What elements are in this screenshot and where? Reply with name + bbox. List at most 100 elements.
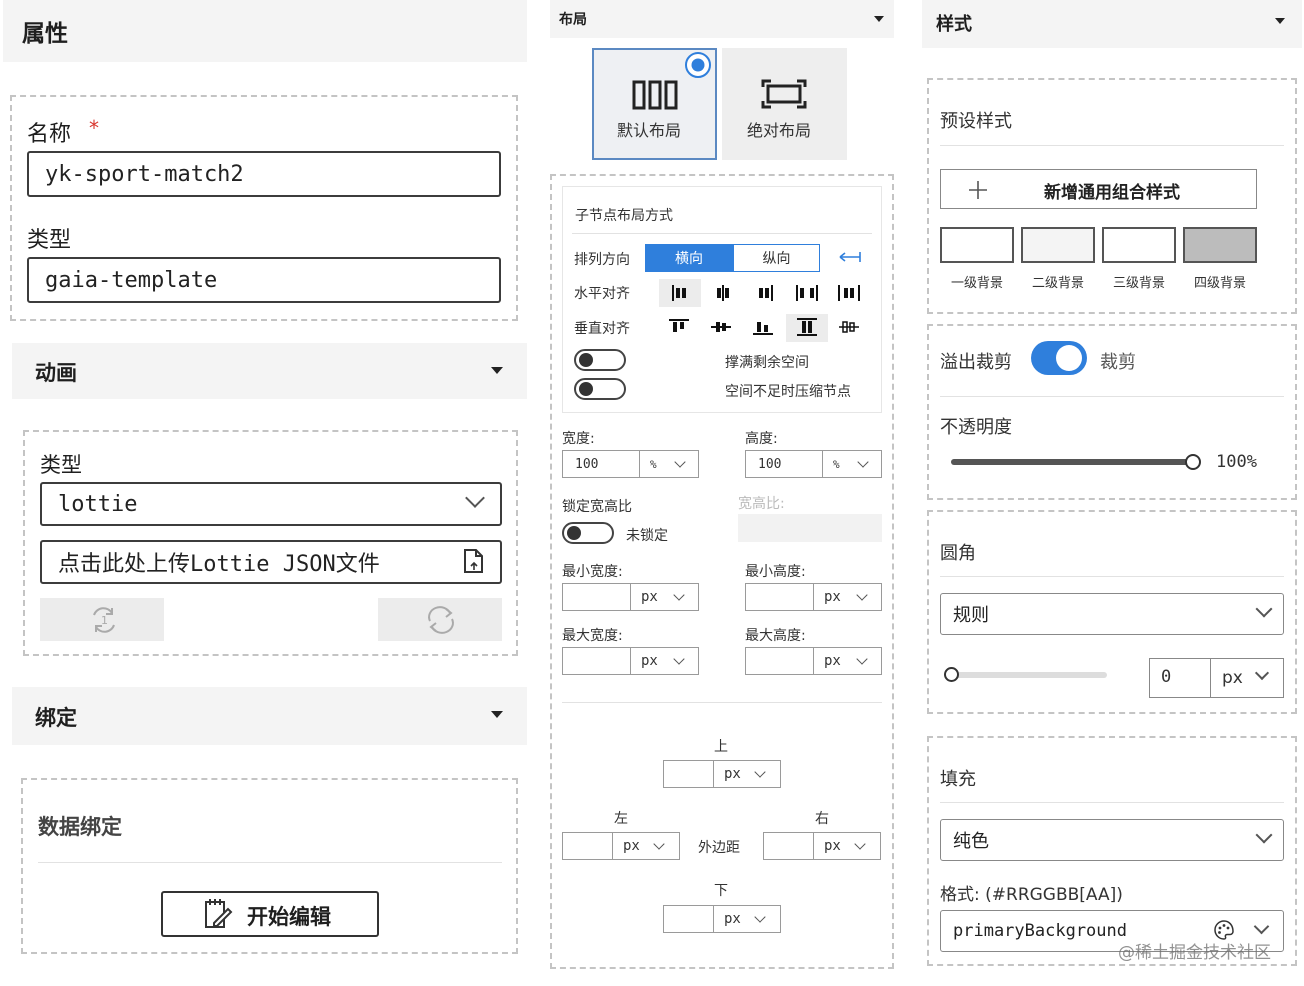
background-swatch-4[interactable] [1183,227,1257,263]
fill-format-label: 格式: (#RRGGBB[AA]) [940,885,1123,905]
max-height-unit-select[interactable]: px [813,648,881,674]
height-unit-chevron-icon [857,456,869,468]
radius-slider-handle[interactable] [944,667,959,682]
v-align-top-icon[interactable] [668,318,690,336]
preset-divider [940,145,1284,146]
min-width-label: 最小宽度: [562,564,623,580]
margin-top-chevron-icon [754,766,766,778]
opacity-slider-handle[interactable] [1185,454,1201,470]
default-layout-icon [632,80,678,110]
loop-once-icon: 1 [93,607,115,633]
h-align-center-icon[interactable] [713,284,733,302]
min-width-unit: px [641,589,658,605]
max-width-input[interactable]: px [562,647,699,675]
h-align-start-icon[interactable] [671,284,691,302]
reverse-direction-icon[interactable] [838,250,862,264]
width-input[interactable]: 100% [562,450,699,478]
width-label: 宽度: [562,431,595,447]
fill-space-toggle[interactable] [574,349,626,371]
file-upload-icon[interactable] [462,548,486,574]
height-unit-select[interactable]: % [822,451,881,477]
margin-left-unit-select[interactable]: px [612,833,679,859]
margin-bottom-unit-select[interactable]: px [713,906,780,932]
direction-label: 排列方向 [574,252,630,268]
width-unit-select[interactable]: % [639,451,698,477]
style-dropdown[interactable] [922,0,1302,48]
margin-right-chevron-icon [854,838,866,850]
max-height-unit: px [824,653,841,669]
lottie-upload-field[interactable]: 点击此处上传Lottie JSON文件 [40,540,502,584]
h-align-space-between-icon[interactable] [795,284,819,302]
radius-title: 圆角 [940,543,976,564]
margin-top-input[interactable]: px [663,760,781,788]
radius-slider-track[interactable] [951,672,1107,678]
overflow-clip-toggle[interactable] [1031,341,1087,375]
height-value: 100 [758,456,782,472]
h-align-end-icon[interactable] [754,284,774,302]
data-binding-title: 数据绑定 [38,815,122,839]
v-align-stretch-icon[interactable] [796,318,818,336]
height-label: 高度: [745,431,778,447]
animation-section-header[interactable] [12,343,527,399]
direction-horizontal-button[interactable]: 横向 [645,244,733,272]
min-height-input[interactable]: px [745,583,882,611]
shrink-toggle[interactable] [574,378,626,400]
binding-collapse-icon[interactable] [491,711,503,718]
name-input[interactable]: yk-sport-match2 [27,151,501,197]
name-label: 名称 [27,122,72,147]
binding-section-header[interactable] [12,687,527,745]
margin-bottom-label: 下 [714,883,728,899]
ratio-label: 宽高比: [738,496,785,512]
opacity-value: 100% [1216,452,1257,472]
max-width-unit-select[interactable]: px [630,648,698,674]
default-layout-label: 默认布局 [617,121,682,140]
radius-mode-select[interactable]: 规则 [940,593,1284,635]
v-align-center-icon[interactable] [710,318,732,336]
margin-right-input[interactable]: px [763,832,881,860]
fill-mode-select[interactable]: 纯色 [940,819,1284,861]
background-swatch-3[interactable] [1102,227,1176,263]
overflow-divider [940,396,1284,397]
min-width-unit-select[interactable]: px [630,584,698,610]
margin-left-input[interactable]: px [562,832,680,860]
margin-bottom-input[interactable]: px [663,905,781,933]
layout-dropdown-caret-icon[interactable] [874,16,884,22]
type-label: 类型 [27,228,72,253]
margin-left-unit: px [623,838,640,854]
margin-right-unit-select[interactable]: px [813,833,880,859]
animation-type-select[interactable]: lottie [40,482,502,526]
lock-ratio-toggle[interactable] [562,522,614,544]
absolute-layout-label: 绝对布局 [747,121,812,140]
opacity-slider-fill [951,459,1193,465]
background-label-3: 三级背景 [1113,276,1166,291]
width-unit: % [650,457,657,471]
fill-space-label: 撑满剩余空间 [725,355,809,371]
direction-vertical-button[interactable]: 纵向 [733,244,820,272]
animation-section-title: 动画 [35,361,77,385]
height-input[interactable]: 100% [745,450,882,478]
type-input[interactable]: gaia-template [27,257,501,303]
margin-top-unit-select[interactable]: px [713,761,780,787]
style-dropdown-caret-icon[interactable] [1275,18,1285,24]
h-align-space-around-icon[interactable] [837,284,861,302]
animation-collapse-icon[interactable] [491,367,503,374]
v-align-baseline-icon[interactable] [838,318,860,336]
radius-unit[interactable]: px [1222,668,1243,688]
fill-title: 填充 [940,769,976,790]
min-width-input[interactable]: px [562,583,699,611]
width-unit-chevron-icon [674,456,686,468]
layout-dropdown-label: 布局 [559,12,587,28]
margin-left-chevron-icon [653,838,665,850]
binding-section-title: 绑定 [35,706,77,730]
layout-dropdown[interactable] [550,0,894,38]
v-align-bottom-icon[interactable] [752,318,774,336]
margin-top-label: 上 [714,739,728,755]
height-unit: % [833,457,840,471]
max-height-input[interactable]: px [745,647,882,675]
margin-divider [562,702,882,703]
background-swatch-2[interactable] [1021,227,1095,263]
background-swatch-1[interactable] [940,227,1014,263]
margin-bottom-chevron-icon [754,911,766,923]
svg-text:1: 1 [101,614,108,627]
min-height-unit-select[interactable]: px [813,584,881,610]
